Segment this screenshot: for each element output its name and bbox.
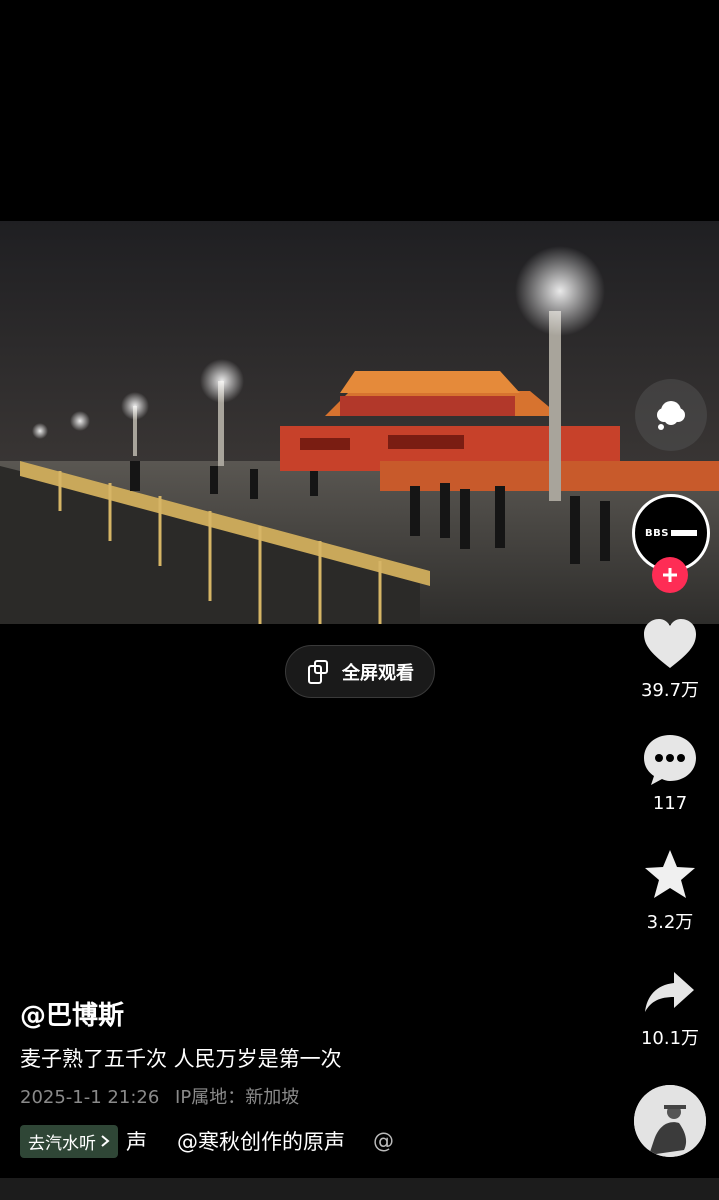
- music-title-fragment: 声: [126, 1130, 147, 1154]
- music-disc[interactable]: [634, 1085, 706, 1157]
- share-icon: [645, 972, 694, 1012]
- fullscreen-label: 全屏观看: [342, 662, 414, 684]
- favorite-button[interactable]: 3.2万: [630, 848, 710, 934]
- music-next-fragment: @: [373, 1129, 394, 1153]
- music-source: @寒秋创作的原声: [177, 1130, 345, 1154]
- share-count: 10.1万: [640, 1028, 700, 1049]
- heart-icon: [644, 619, 696, 668]
- music-cover-image: [634, 1085, 706, 1157]
- chevron-right-icon: [101, 1135, 110, 1147]
- favorite-count: 3.2万: [646, 912, 694, 933]
- video-player[interactable]: [0, 221, 719, 624]
- post-meta: 2025-1-1 21:26 IP属地：新加坡: [20, 1083, 309, 1109]
- author-handle[interactable]: @巴博斯: [20, 995, 124, 1032]
- thought-bubble-icon: [657, 401, 685, 430]
- thought-bubble-button[interactable]: [635, 379, 707, 451]
- comment-button[interactable]: 117: [630, 733, 710, 814]
- qishui-listen-tag[interactable]: 去汽水听: [20, 1124, 118, 1158]
- post-description: 麦子熟了五千次 人民万岁是第一次: [20, 1047, 342, 1071]
- bottom-bar: [0, 1178, 719, 1200]
- follow-button[interactable]: [652, 557, 688, 593]
- ip-location: IP属地：新加坡: [175, 1087, 300, 1108]
- avatar-logo: BBS: [645, 528, 697, 539]
- fullscreen-icon: [308, 659, 328, 684]
- like-button[interactable]: 39.7万: [630, 618, 710, 702]
- share-button[interactable]: 10.1万: [630, 968, 710, 1050]
- comment-icon: [644, 735, 696, 785]
- plus-icon: [663, 568, 677, 582]
- comment-count: 117: [652, 793, 688, 814]
- like-count: 39.7万: [640, 680, 700, 701]
- qishui-listen-label: 去汽水听: [28, 1133, 96, 1154]
- fullscreen-button[interactable]: 全屏观看: [285, 645, 435, 698]
- star-icon: [645, 850, 695, 898]
- video-frame-scene: [0, 221, 719, 624]
- music-row[interactable]: 去汽水听 声 @寒秋创作的原声 @: [20, 1124, 394, 1158]
- post-date: 2025-1-1 21:26: [20, 1087, 160, 1108]
